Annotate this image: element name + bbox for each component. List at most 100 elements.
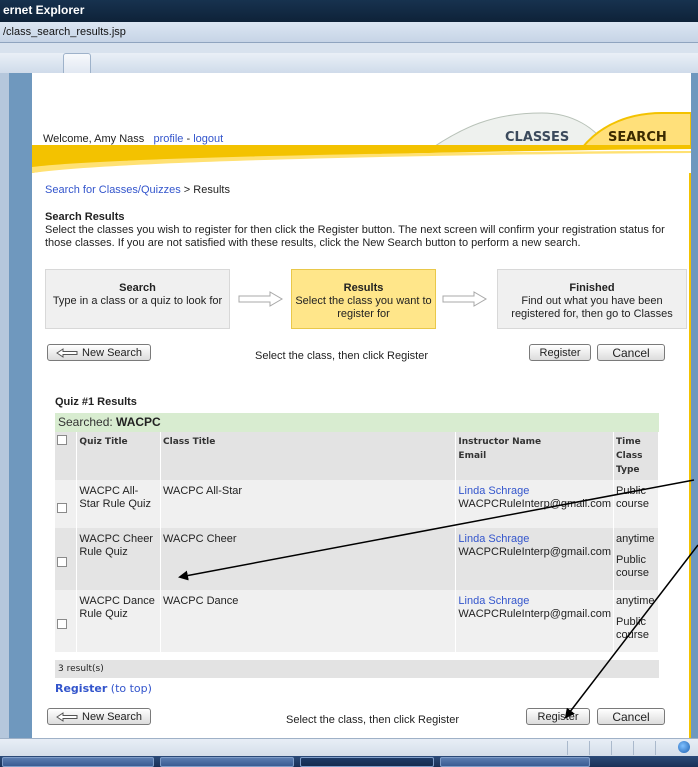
- table-row: WACPC Dance Rule Quiz WACPC Dance Linda …: [55, 590, 659, 652]
- step-finished: Finished Find out what you have been reg…: [497, 269, 687, 329]
- table-row: WACPC All-Star Rule Quiz WACPC All-Star …: [55, 480, 659, 528]
- step-arrow-icon: [442, 291, 487, 307]
- instructor-link[interactable]: Linda Schrage: [458, 485, 529, 497]
- back-arrow-icon: [56, 712, 78, 723]
- cell-class-title: WACPC Cheer: [160, 528, 457, 590]
- row-checkbox[interactable]: [57, 618, 67, 629]
- new-search-label: New Search: [82, 711, 142, 723]
- page-right-border: [689, 173, 691, 738]
- table-header-row: Quiz Title Class Title Instructor Name Em…: [55, 432, 659, 480]
- register-link-row: Register (to top): [55, 682, 152, 695]
- taskbar-item[interactable]: [2, 757, 154, 767]
- cell-class-title: WACPC Dance: [160, 590, 457, 652]
- breadcrumb-search-link[interactable]: Search for Classes/Quizzes: [45, 184, 181, 196]
- header-yellow-band: [32, 145, 691, 173]
- class-type-value: Public course: [616, 616, 650, 641]
- class-type-value: Public course: [616, 554, 650, 579]
- taskbar: [0, 756, 698, 767]
- col-email[interactable]: Email: [458, 449, 611, 463]
- time-value: anytime: [616, 595, 655, 607]
- time-value: anytime: [616, 533, 655, 545]
- address-bar[interactable]: /class_search_results.jsp: [0, 22, 698, 43]
- results-table: Quiz Title Class Title Instructor Name Em…: [55, 432, 659, 652]
- searched-label: Searched:: [58, 415, 113, 429]
- welcome-bar: Welcome, Amy Nass profile - logout: [43, 133, 223, 145]
- taskbar-item[interactable]: [440, 757, 590, 767]
- result-count: 3 result(s): [55, 660, 659, 678]
- register-button-top[interactable]: Register: [529, 344, 591, 361]
- browser-content: CLASSES SEARCH Welcome, Amy Nass profile…: [9, 73, 698, 738]
- breadcrumb: Search for Classes/Quizzes > Results: [45, 184, 230, 196]
- cancel-button-top[interactable]: Cancel: [597, 344, 665, 361]
- select-all-cell: [55, 432, 78, 480]
- col-class-title[interactable]: Class Title: [160, 432, 457, 480]
- logout-link[interactable]: logout: [193, 133, 223, 145]
- col-quiz-title[interactable]: Quiz Title: [76, 432, 162, 480]
- register-hint-bottom: Select the class, then click Register: [286, 714, 460, 726]
- searched-bar: Searched: WACPC: [55, 413, 659, 432]
- col-instructor: Instructor Name Email: [455, 432, 614, 480]
- col-class-type[interactable]: Class Type: [616, 449, 656, 477]
- step-results-title: Results: [343, 282, 384, 294]
- searched-term: WACPC: [116, 415, 161, 429]
- row-checkbox[interactable]: [57, 502, 67, 513]
- quiz-results-title: Quiz #1 Results: [55, 396, 137, 408]
- tab-search[interactable]: SEARCH: [608, 130, 667, 145]
- select-all-checkbox[interactable]: [57, 435, 67, 445]
- window-title: ernet Explorer: [3, 3, 85, 17]
- new-search-button-top[interactable]: New Search: [47, 344, 151, 361]
- step-finished-title: Finished: [569, 282, 615, 294]
- register-button-bottom[interactable]: Register: [526, 708, 590, 725]
- step-arrow-icon: [238, 291, 283, 307]
- cell-time: Public course: [613, 480, 659, 528]
- cell-instructor: Linda Schrage WACPCRuleInterp@gmail.com: [455, 480, 614, 528]
- cell-class-title: WACPC All-Star: [160, 480, 457, 528]
- address-text: /class_search_results.jsp: [3, 26, 126, 38]
- search-results-description: Select the classes you wish to register …: [45, 224, 665, 249]
- browser-tab[interactable]: [63, 53, 91, 73]
- instructor-email: WACPCRuleInterp@gmail.com: [458, 498, 611, 510]
- search-results-title: Search Results: [45, 211, 125, 223]
- toolbar-gap: [0, 43, 698, 53]
- col-instructor-name[interactable]: Instructor Name: [458, 435, 611, 449]
- taskbar-item-active[interactable]: [300, 757, 434, 767]
- class-type-value: Public course: [616, 485, 650, 510]
- col-time: Time Class Type: [613, 432, 659, 480]
- cell-quiz-title: WACPC Dance Rule Quiz: [76, 590, 162, 652]
- instructor-link[interactable]: Linda Schrage: [458, 595, 529, 607]
- step-results: Results Select the class you want to reg…: [291, 269, 436, 329]
- taskbar-item[interactable]: [160, 757, 294, 767]
- cell-time: anytime Public course: [613, 528, 659, 590]
- register-link[interactable]: Register: [55, 682, 107, 695]
- new-search-button-bottom[interactable]: New Search: [47, 708, 151, 725]
- step-search-title: Search: [119, 282, 156, 294]
- instructor-link[interactable]: Linda Schrage: [458, 533, 529, 545]
- progress-steps: Search Type in a class or a quiz to look…: [45, 269, 687, 331]
- globe-icon: [678, 741, 690, 753]
- instructor-email: WACPCRuleInterp@gmail.com: [458, 608, 611, 620]
- step-results-text: Select the class you want to register fo…: [295, 295, 432, 320]
- to-top-link[interactable]: (to top): [111, 682, 152, 695]
- col-time-label[interactable]: Time: [616, 435, 656, 449]
- cell-quiz-title: WACPC All-Star Rule Quiz: [76, 480, 162, 528]
- status-bar: [0, 738, 698, 757]
- step-finished-text: Find out what you have been registered f…: [511, 295, 673, 320]
- cell-instructor: Linda Schrage WACPCRuleInterp@gmail.com: [455, 528, 614, 590]
- new-search-label: New Search: [82, 347, 142, 359]
- link-separator: -: [186, 133, 191, 145]
- cancel-button-bottom[interactable]: Cancel: [597, 708, 665, 725]
- profile-link[interactable]: profile: [153, 133, 183, 145]
- instructor-email: WACPCRuleInterp@gmail.com: [458, 546, 611, 558]
- table-row: WACPC Cheer Rule Quiz WACPC Cheer Linda …: [55, 528, 659, 590]
- welcome-text: Welcome, Amy Nass: [43, 133, 145, 145]
- back-arrow-icon: [56, 348, 78, 359]
- step-search: Search Type in a class or a quiz to look…: [45, 269, 230, 329]
- window-titlebar: ernet Explorer: [0, 0, 698, 22]
- cell-time: anytime Public course: [613, 590, 659, 652]
- tab-classes[interactable]: CLASSES: [505, 130, 569, 145]
- register-hint-top: Select the class, then click Register: [255, 350, 429, 362]
- row-checkbox[interactable]: [57, 556, 67, 567]
- site-header-tabs: CLASSES SEARCH: [432, 112, 691, 148]
- page: CLASSES SEARCH Welcome, Amy Nass profile…: [32, 73, 691, 738]
- step-search-text: Type in a class or a quiz to look for: [52, 295, 223, 307]
